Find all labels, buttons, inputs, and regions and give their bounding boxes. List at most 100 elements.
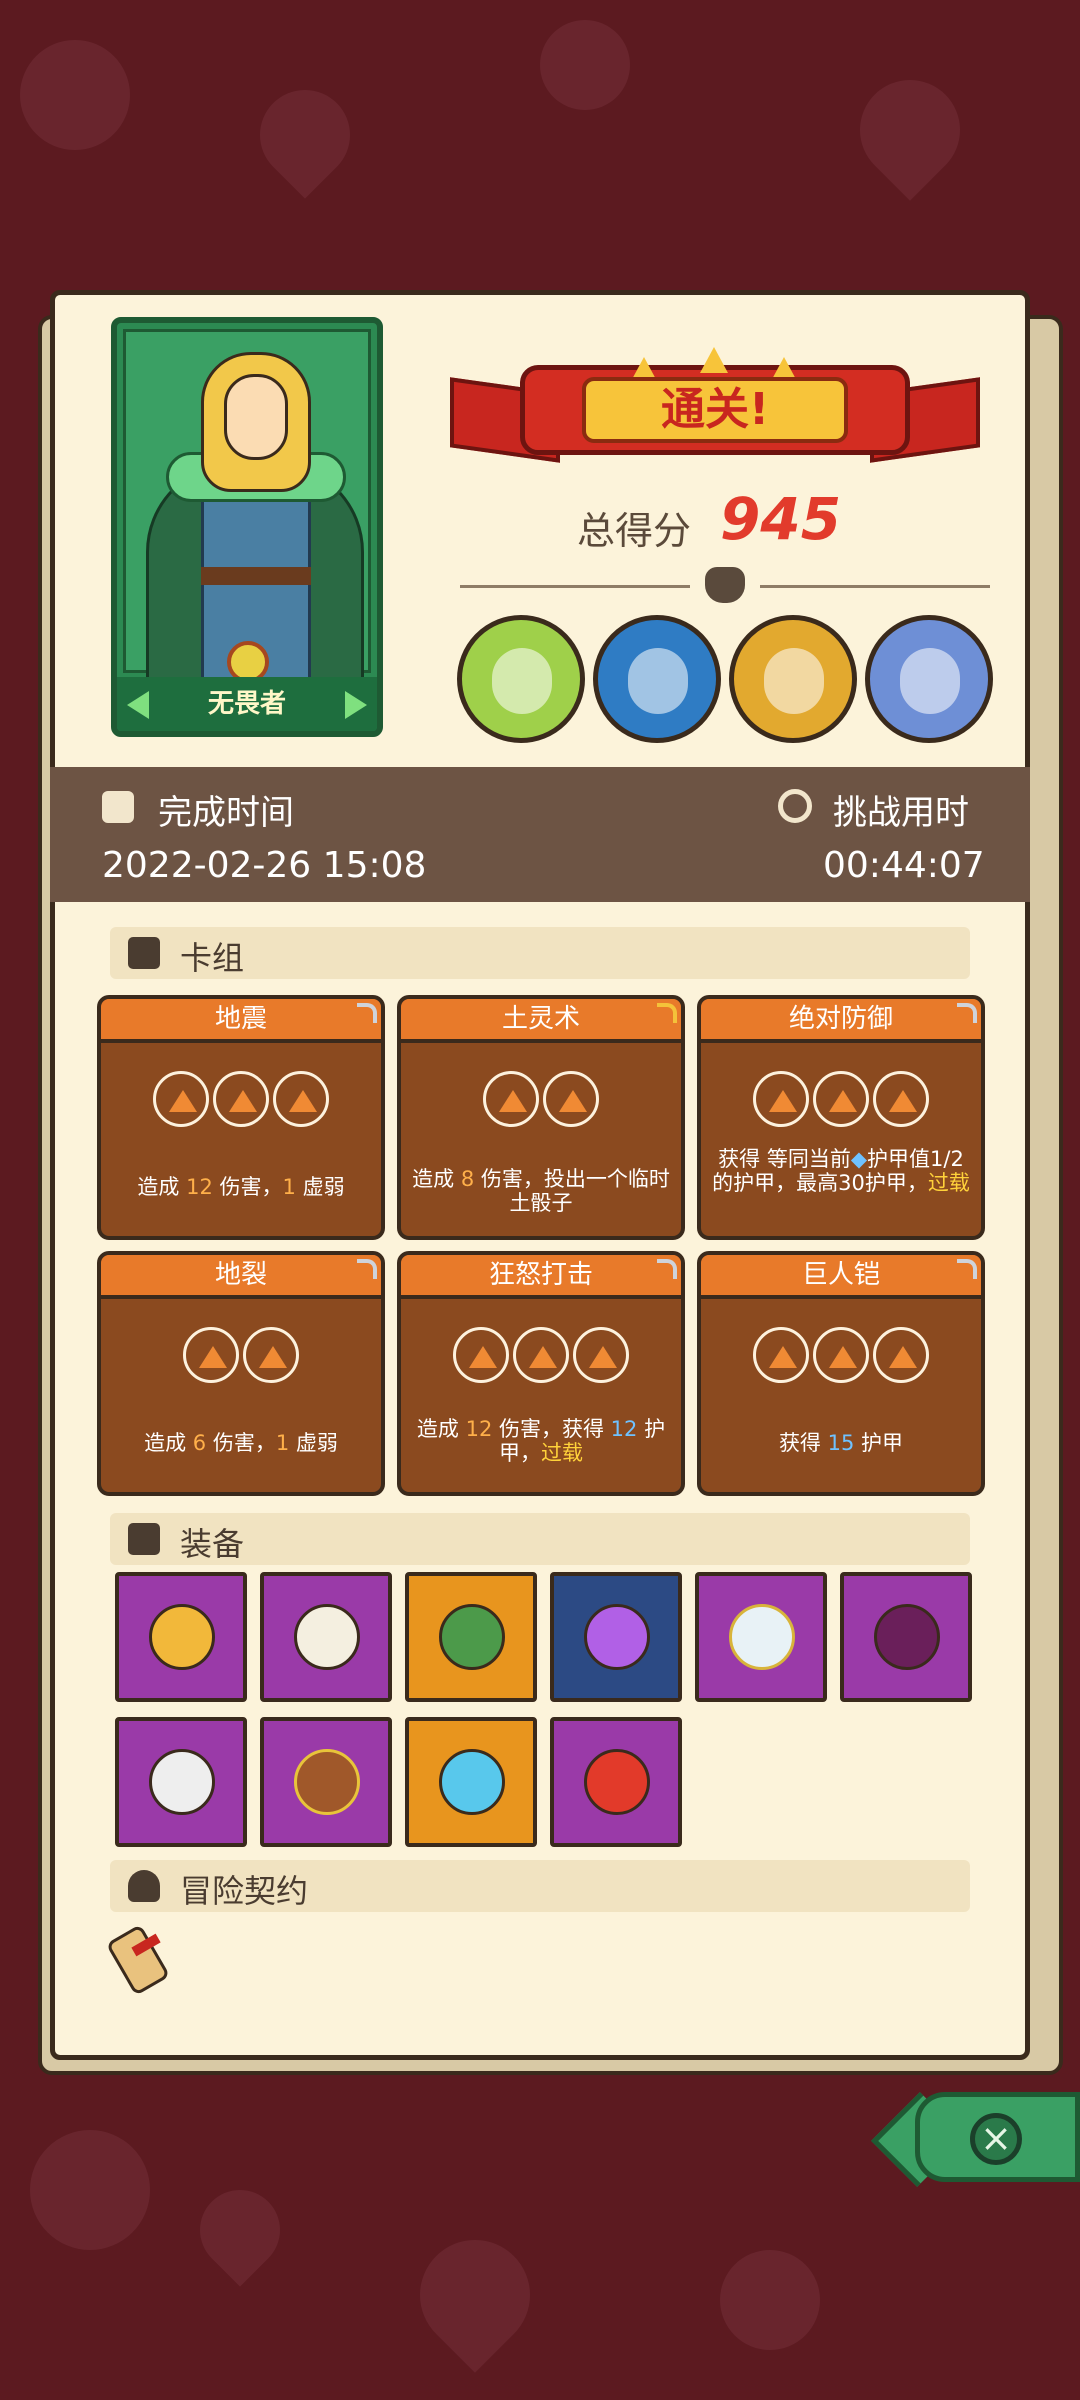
banner-spike: [700, 347, 728, 373]
vest-icon[interactable]: [840, 1572, 972, 1702]
potion-flask-icon[interactable]: [550, 1572, 682, 1702]
earth-cost-icon: [753, 1071, 809, 1127]
item-art: [874, 1604, 940, 1670]
box-icon: [128, 1523, 160, 1555]
card-corner: [957, 1003, 977, 1023]
earth-cost-icon: [813, 1071, 869, 1127]
hero-face: [224, 374, 288, 460]
banner-title: 通关!: [582, 377, 848, 443]
time-info-bar: 完成时间 2022-02-26 15:08 挑战用时 00:44:07: [50, 767, 1030, 902]
rock-amulet-icon[interactable]: [260, 1717, 392, 1847]
result-panel: 无畏者 通关! 总得分 945 完成时间 2022-02-26 15:08 挑战…: [50, 290, 1030, 2060]
card-description: 造成 6 伤害，1 虚弱: [144, 1431, 338, 1455]
card-description: 获得 等同当前◆护甲值1/2的护甲，最高30护甲，过载: [712, 1147, 970, 1195]
cards-icon: [128, 937, 160, 969]
equipment-section-header: 装备: [110, 1513, 970, 1565]
earth-cost-icon: [513, 1327, 569, 1383]
clear-banner: 通关!: [450, 347, 980, 465]
duration-label: 挑战用时: [833, 793, 969, 833]
card-name: 狂怒打击: [401, 1255, 681, 1299]
hero-belt: [201, 567, 311, 585]
card-cost: [701, 1071, 981, 1127]
earth-cost-icon: [483, 1071, 539, 1127]
completion-time-label: 完成时间: [158, 793, 294, 833]
card-cost: [401, 1327, 681, 1383]
earth-cost-icon: [873, 1071, 929, 1127]
item-art: [149, 1749, 215, 1815]
contract-title: 冒险契约: [180, 1872, 309, 1910]
red-horn-icon[interactable]: [550, 1717, 682, 1847]
item-art: [439, 1604, 505, 1670]
earth-cost-icon: [183, 1327, 239, 1383]
boss-portrait-1[interactable]: [457, 615, 585, 743]
earth-cost-icon: [273, 1071, 329, 1127]
card-description: 造成 8 伤害，投出一个临时土骰子: [412, 1167, 670, 1215]
item-art: [294, 1604, 360, 1670]
card-absolute-defense[interactable]: 绝对防御 获得 等同当前◆护甲值1/2的护甲，最高30护甲，过载: [697, 995, 985, 1240]
mirror-icon[interactable]: [695, 1572, 827, 1702]
divider-right: [760, 585, 990, 588]
cracked-rock-icon[interactable]: [115, 1717, 247, 1847]
earth-cost-icon: [453, 1327, 509, 1383]
scroll-icon[interactable]: [105, 1920, 171, 1996]
card-name: 巨人铠: [701, 1255, 981, 1299]
card-description: 获得 15 护甲: [778, 1431, 904, 1455]
next-arrow-icon[interactable]: [345, 691, 367, 719]
card-rage-strike[interactable]: 狂怒打击 造成 12 伤害，获得 12 护甲，过载: [397, 1251, 685, 1496]
bg-decoration: [241, 71, 369, 199]
earth-cost-icon: [213, 1071, 269, 1127]
card-cost: [101, 1071, 381, 1127]
earth-cost-icon: [153, 1071, 209, 1127]
card-giant-armor[interactable]: 巨人铠 获得 15 护甲: [697, 1251, 985, 1496]
item-art: [149, 1604, 215, 1670]
equipment-title: 装备: [180, 1525, 245, 1563]
earth-cost-icon: [813, 1327, 869, 1383]
divider-left: [460, 585, 690, 588]
bg-decoration: [720, 2250, 820, 2350]
calendar-icon: [102, 791, 134, 823]
golden-glove-icon[interactable]: [115, 1572, 247, 1702]
prev-arrow-icon[interactable]: [127, 691, 149, 719]
deck-section-header: 卡组: [110, 927, 970, 979]
person-icon: [128, 1870, 160, 1902]
card-earthquake[interactable]: 地震 造成 12 伤害，1 虚弱: [97, 995, 385, 1240]
item-art: [584, 1749, 650, 1815]
score-value: 945: [720, 485, 842, 553]
character-portrait: [123, 329, 371, 692]
character-title: 无畏者: [117, 677, 377, 731]
card-corner: [357, 1003, 377, 1023]
card-description: 造成 12 伤害，1 虚弱: [137, 1175, 345, 1199]
card-corner: [657, 1259, 677, 1279]
bg-decoration: [540, 20, 630, 110]
card-name: 绝对防御: [701, 999, 981, 1043]
bg-decoration: [839, 59, 981, 201]
completion-time-value: 2022-02-26 15:08: [102, 845, 427, 886]
card-earth-spell[interactable]: 土灵术 造成 8 伤害，投出一个临时土骰子: [397, 995, 685, 1240]
card-earth-rift[interactable]: 地裂 造成 6 伤害，1 虚弱: [97, 1251, 385, 1496]
ice-shield-icon[interactable]: [405, 1717, 537, 1847]
close-icon: ×: [970, 2113, 1022, 2165]
score-label: 总得分: [577, 509, 692, 553]
item-art: [584, 1604, 650, 1670]
close-button[interactable]: ×: [915, 2092, 1080, 2182]
earth-cost-icon: [573, 1327, 629, 1383]
boss-portrait-3[interactable]: [729, 615, 857, 743]
earth-cost-icon: [543, 1071, 599, 1127]
turtle-shell-icon[interactable]: [405, 1572, 537, 1702]
scroll-body: [105, 1924, 171, 1996]
skull-wings-icon: [705, 567, 745, 603]
bg-decoration: [20, 40, 130, 150]
card-description: 造成 12 伤害，获得 12 护甲，过载: [416, 1417, 666, 1465]
fangs-icon[interactable]: [260, 1572, 392, 1702]
boss-portrait-4[interactable]: [865, 615, 993, 743]
card-cost: [101, 1327, 381, 1383]
boss-portrait-2[interactable]: [593, 615, 721, 743]
card-name: 土灵术: [401, 999, 681, 1043]
card-name: 地裂: [101, 1255, 381, 1299]
character-card[interactable]: 无畏者: [111, 317, 383, 737]
card-name: 地震: [101, 999, 381, 1043]
contract-section-header: 冒险契约: [110, 1860, 970, 1912]
bg-decoration: [30, 2130, 150, 2250]
card-corner: [957, 1259, 977, 1279]
bg-decoration: [183, 2173, 297, 2287]
